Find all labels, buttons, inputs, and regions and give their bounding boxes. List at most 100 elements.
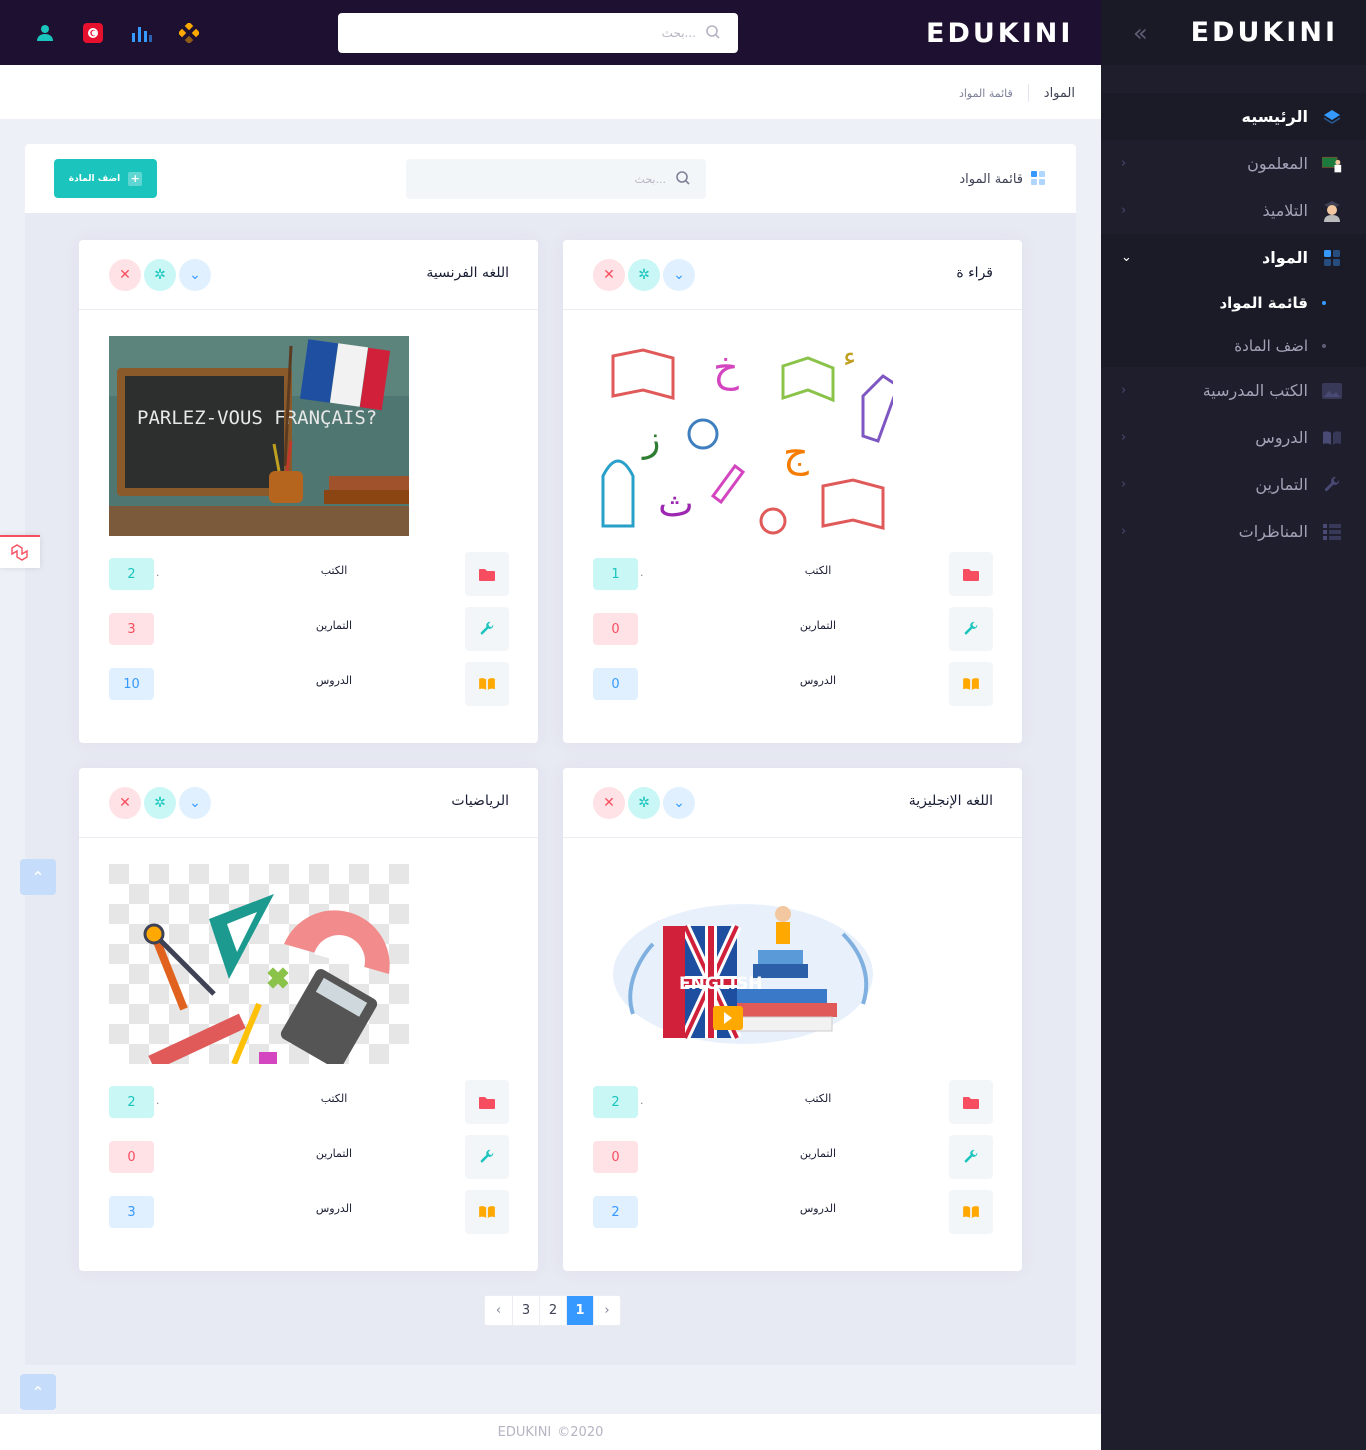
svg-text:ج: ج <box>783 430 809 477</box>
exercises-stat-row: 0 التمارين <box>593 1135 993 1179</box>
book-open-icon[interactable] <box>949 1190 993 1234</box>
sidebar-item-exercises[interactable]: التمارين ‹ <box>1101 461 1366 508</box>
header-search-input[interactable]: بحث... <box>338 13 738 53</box>
scroll-top-button[interactable]: ⌃ <box>20 1374 56 1410</box>
settings-button[interactable]: ✲ <box>628 787 660 819</box>
settings-button[interactable]: ✲ <box>144 259 176 291</box>
delete-button[interactable]: ✕ <box>109 259 141 291</box>
sidebar-item-label: الكتب المدرسية <box>1202 381 1308 400</box>
delete-button[interactable]: ✕ <box>593 259 625 291</box>
wrench-icon[interactable] <box>465 1135 509 1179</box>
sidebar-menu: الرئيسيه المعلمون ‹ التلاميذ ‹ المواد ⌄ <box>1101 65 1366 555</box>
arrow-up-icon: ⌃ <box>31 867 45 887</box>
submenu-item-add-subject[interactable]: اضف المادة <box>1101 324 1366 367</box>
lessons-label: الدروس <box>315 674 353 687</box>
folder-icon[interactable] <box>465 552 509 596</box>
sidebar-item-lessons[interactable]: الدروس ‹ <box>1101 414 1366 461</box>
sidebar-item-teachers[interactable]: المعلمون ‹ <box>1101 140 1366 187</box>
panel-search-input[interactable]: بحث... <box>406 159 706 199</box>
expand-button[interactable]: ⌄ <box>663 787 695 819</box>
sidebar-item-students[interactable]: التلاميذ ‹ <box>1101 187 1366 234</box>
pagination-prev-button[interactable]: ‹ <box>485 1296 512 1325</box>
collapse-sidebar-icon[interactable]: « <box>1133 19 1147 47</box>
lessons-label: الدروس <box>799 1202 837 1215</box>
card-header: اللغه الفرنسية ✕ ✲ ⌄ <box>79 240 538 310</box>
card-title: اللغه الفرنسية <box>426 265 509 281</box>
subject-card: اللغه الفرنسية ✕ ✲ ⌄ PARLEZ-VOUS FRANÇAI… <box>79 240 538 743</box>
sidebar-logo[interactable]: EDUKINI <box>1191 17 1338 48</box>
lessons-label: الدروس <box>315 1202 353 1215</box>
header-logo[interactable]: EDUKINI <box>926 18 1073 49</box>
card-title: قراء ة <box>956 265 993 281</box>
user-icon[interactable] <box>34 22 56 44</box>
stat-dot: . <box>640 1094 644 1107</box>
card-title: اللغه الإنجليزية <box>908 793 993 809</box>
wrench-icon[interactable] <box>949 607 993 651</box>
expand-button[interactable]: ⌄ <box>663 259 695 291</box>
lessons-stat-row: 3 الدروس <box>109 1190 509 1234</box>
wrench-icon[interactable] <box>465 607 509 651</box>
submenu-item-subjects-list[interactable]: قائمة المواد <box>1101 281 1366 324</box>
pagination: ‹ 3 2 1 › <box>484 1295 621 1326</box>
bullet-icon <box>1322 300 1326 305</box>
folder-icon[interactable] <box>949 1080 993 1124</box>
expand-button[interactable]: ⌄ <box>179 259 211 291</box>
sidebar-item-contests[interactable]: المناظرات ‹ <box>1101 508 1366 555</box>
scroll-up-button[interactable]: ⌃ <box>20 859 56 895</box>
top-header: بحث... EDUKINI <box>0 0 1101 65</box>
laravel-icon <box>11 543 28 561</box>
apps-icon[interactable] <box>178 22 200 44</box>
breadcrumb-separator <box>1027 84 1029 102</box>
settings-button[interactable]: ✲ <box>628 259 660 291</box>
delete-button[interactable]: ✕ <box>593 787 625 819</box>
lessons-count-badge: 10 <box>109 668 154 700</box>
chart-bar-icon[interactable] <box>130 22 152 44</box>
book-open-icon[interactable] <box>465 1190 509 1234</box>
book-open-icon[interactable] <box>949 662 993 706</box>
grid-icon <box>1031 170 1045 189</box>
pagination-next-button[interactable]: › <box>593 1296 620 1325</box>
french-chalkboard-image: PARLEZ-VOUS FRANÇAIS? <box>109 336 409 536</box>
subject-card: اللغه الإنجليزية ✕ ✲ ⌄ ENGLISH 2 . الكتب… <box>563 768 1022 1271</box>
teacher-icon <box>1322 154 1342 174</box>
stat-dot: . <box>156 566 160 579</box>
chevron-left-icon: ‹ <box>1121 203 1127 218</box>
expand-button[interactable]: ⌄ <box>179 787 211 819</box>
pagination-page-2[interactable]: 2 <box>539 1296 566 1325</box>
breadcrumb-main[interactable]: المواد <box>1044 86 1075 101</box>
books-count-badge: 1 <box>593 558 638 590</box>
sidebar-item-textbooks[interactable]: الكتب المدرسية ‹ <box>1101 367 1366 414</box>
card-actions: ✕ ✲ ⌄ <box>593 259 695 291</box>
subjects-submenu: قائمة المواد اضف المادة <box>1101 281 1366 367</box>
exercises-count-badge: 0 <box>593 1141 638 1173</box>
panel-title: قائمة المواد <box>959 170 1045 189</box>
book-open-icon[interactable] <box>465 662 509 706</box>
books-label: الكتب <box>804 564 832 577</box>
lessons-count-badge: 2 <box>593 1196 638 1228</box>
settings-button[interactable]: ✲ <box>144 787 176 819</box>
sidebar-item-label: الرئيسيه <box>1241 107 1309 126</box>
panel-title-label: قائمة المواد <box>959 172 1023 187</box>
wrench-icon[interactable] <box>949 1135 993 1179</box>
exercises-label: التمارين <box>799 1147 837 1160</box>
folder-icon[interactable] <box>949 552 993 596</box>
chevron-left-icon: ‹ <box>1121 156 1127 171</box>
delete-button[interactable]: ✕ <box>109 787 141 819</box>
layers-icon <box>1322 107 1342 127</box>
card-header: الرياضيات ✕ ✲ ⌄ <box>79 768 538 838</box>
footer-brand[interactable]: EDUKINI <box>498 1425 552 1440</box>
sidebar-item-home[interactable]: الرئيسيه <box>1101 93 1366 140</box>
sidebar-item-label: الدروس <box>1255 428 1308 447</box>
pagination-page-3[interactable]: 3 <box>512 1296 539 1325</box>
chevron-left-icon: ‹ <box>1121 383 1127 398</box>
exercises-count-badge: 3 <box>109 613 154 645</box>
add-subject-button[interactable]: + اضف المادة <box>54 159 157 198</box>
folder-icon[interactable] <box>465 1080 509 1124</box>
pagination-page-1[interactable]: 1 <box>566 1296 593 1325</box>
chevron-left-icon: ‹ <box>1121 430 1127 445</box>
laravel-debug-tab[interactable] <box>0 535 40 568</box>
tunisia-flag-icon[interactable] <box>82 22 104 44</box>
sidebar-item-subjects[interactable]: المواد ⌄ <box>1101 234 1366 281</box>
sidebar-brand: « EDUKINI <box>1101 0 1366 65</box>
breadcrumb-sub[interactable]: قائمة المواد <box>959 87 1013 100</box>
